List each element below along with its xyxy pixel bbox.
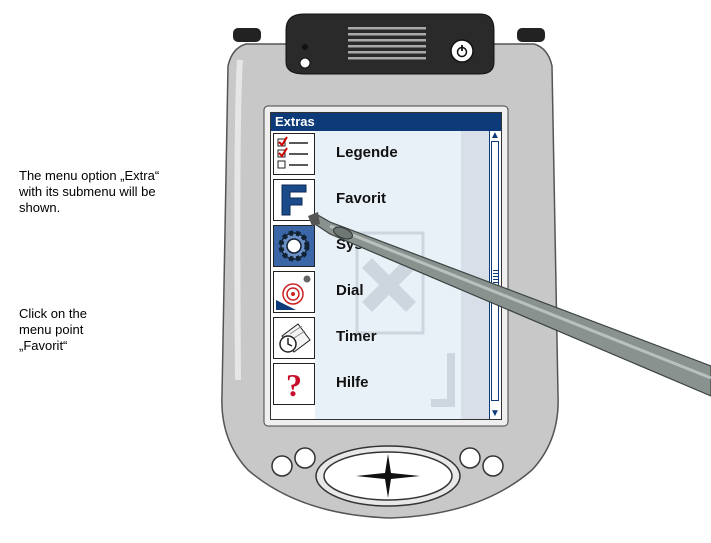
app-button-4[interactable] xyxy=(482,455,504,477)
dial-icon xyxy=(273,271,315,313)
menu-item-label: Sys xyxy=(336,236,363,253)
menu-item-label: Legende xyxy=(336,144,398,161)
menu-item-label: Hilfe xyxy=(336,374,369,391)
instruction-note-extra: The menu option „Extra“ with its submenu… xyxy=(19,168,160,215)
menu-item-label: Favorit xyxy=(336,190,387,207)
menu-item-label: Dial xyxy=(336,282,364,299)
app-button-1[interactable] xyxy=(271,455,293,477)
power-button[interactable] xyxy=(450,39,474,63)
gear-icon xyxy=(273,225,315,267)
checklist-icon xyxy=(273,133,315,175)
help-icon: ? xyxy=(273,363,315,405)
device-screen: Extras Legende Favorit Sys Dial Timer ? … xyxy=(270,112,502,420)
menu-item-timer[interactable]: Timer xyxy=(271,315,489,361)
indicator-light xyxy=(299,57,311,69)
scroll-thumb[interactable] xyxy=(491,141,499,401)
menu-item-label: Timer xyxy=(336,328,377,345)
right-side-nub xyxy=(517,28,545,42)
left-side-nub xyxy=(233,28,261,42)
scroll-down-icon[interactable]: ▼ xyxy=(490,409,500,419)
app-button-3[interactable] xyxy=(459,447,481,469)
window-title: Extras xyxy=(271,113,501,131)
menu-item-favorit[interactable]: Favorit xyxy=(271,177,489,223)
svg-text:?: ? xyxy=(286,367,302,402)
scrollbar[interactable]: ▲ ▼ xyxy=(489,131,501,419)
menu-item-hilfe[interactable]: ? Hilfe xyxy=(271,361,489,407)
clock-icon xyxy=(273,317,315,359)
navigation-pad[interactable] xyxy=(315,445,461,507)
menu-item-system[interactable]: Sys xyxy=(271,223,489,269)
indicator-led xyxy=(302,44,308,50)
favorite-f-icon xyxy=(273,179,315,221)
app-button-2[interactable] xyxy=(294,447,316,469)
menu-item-dial[interactable]: Dial xyxy=(271,269,489,315)
menu-item-legende[interactable]: Legende xyxy=(271,131,489,177)
scroll-up-icon[interactable]: ▲ xyxy=(490,131,500,141)
instruction-note-favorit: Click on the menu point „Favorit“ xyxy=(19,306,87,353)
